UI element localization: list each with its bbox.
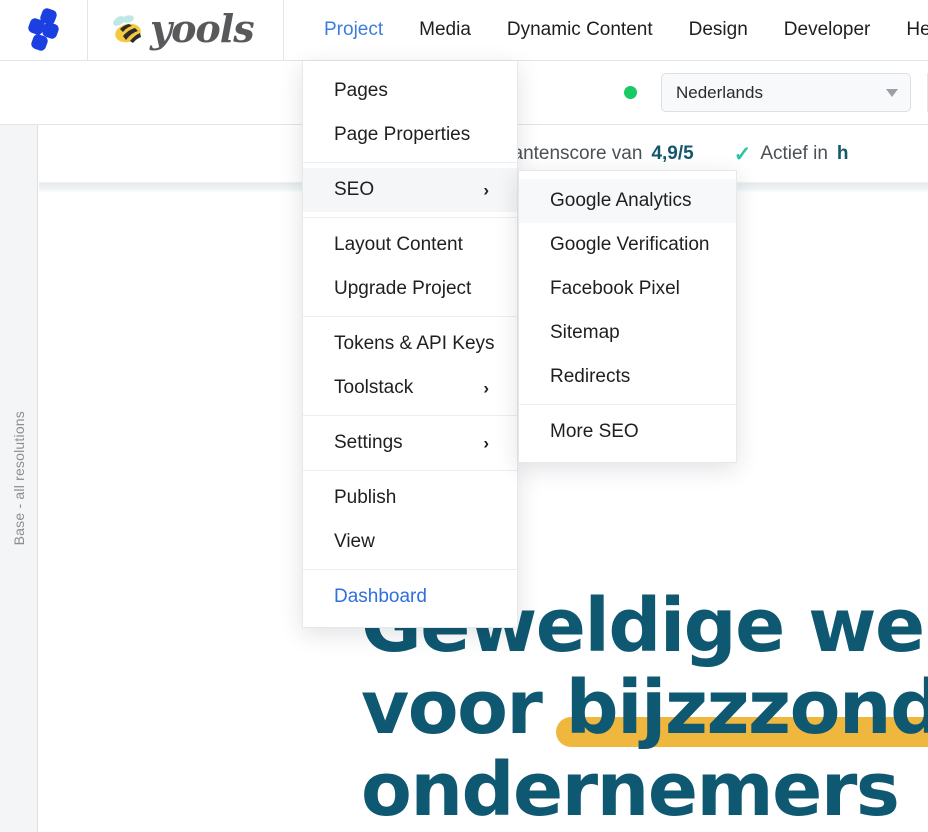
resolution-rail-label: Base - all resolutions bbox=[10, 411, 27, 546]
menu-item-label: View bbox=[334, 531, 375, 552]
hero-line2-highlight: bijzzzonde bbox=[555, 667, 928, 749]
nav-item-help[interactable]: He bbox=[888, 0, 928, 60]
submenu-item-label: Redirects bbox=[550, 366, 631, 387]
nav-item-dynamic-content[interactable]: Dynamic Content bbox=[489, 0, 671, 60]
menu-separator bbox=[303, 569, 517, 570]
chevron-right-icon: › bbox=[483, 433, 489, 453]
submenu-item-more-seo[interactable]: More SEO bbox=[519, 410, 736, 454]
nav-item-developer[interactable]: Developer bbox=[766, 0, 889, 60]
menu-item-label: Publish bbox=[334, 487, 397, 508]
project-dropdown-menu[interactable]: Pages Page Properties SEO › Layout Conten… bbox=[302, 61, 518, 628]
chevron-right-icon: › bbox=[483, 180, 489, 200]
menu-item-label: Page Properties bbox=[334, 124, 471, 145]
submenu-item-label: More SEO bbox=[550, 421, 639, 442]
menu-item-page-properties[interactable]: Page Properties bbox=[303, 113, 517, 157]
usp-highlight: h bbox=[836, 143, 849, 164]
menu-separator bbox=[303, 316, 517, 317]
menu-item-label: Dashboard bbox=[334, 586, 427, 607]
submenu-item-label: Google Verification bbox=[550, 234, 710, 255]
hero-headline-line3: ondernemers bbox=[361, 747, 900, 832]
menu-item-label: Settings bbox=[334, 432, 403, 453]
menu-item-label: Tokens & API Keys bbox=[334, 333, 495, 354]
chevron-right-icon: › bbox=[483, 378, 489, 398]
menu-item-settings[interactable]: Settings › bbox=[303, 421, 517, 465]
menu-item-label: Toolstack bbox=[334, 377, 414, 398]
menu-separator bbox=[303, 217, 517, 218]
submenu-item-google-verification[interactable]: Google Verification bbox=[519, 223, 736, 267]
language-select[interactable]: Nederlands bbox=[661, 73, 911, 112]
main-nav: Project Media Dynamic Content Design Dev… bbox=[284, 0, 928, 60]
menu-separator bbox=[303, 470, 517, 471]
app-logo-cell[interactable] bbox=[0, 0, 88, 60]
menu-item-dashboard[interactable]: Dashboard bbox=[303, 575, 517, 619]
publish-status-dot bbox=[624, 86, 637, 99]
menu-item-publish[interactable]: Publish bbox=[303, 476, 517, 520]
top-navigation-bar: yools Project Media Dynamic Content Desi… bbox=[0, 0, 928, 61]
submenu-item-facebook-pixel[interactable]: Facebook Pixel bbox=[519, 267, 736, 311]
resolution-rail[interactable]: Base - all resolutions bbox=[0, 125, 38, 832]
submenu-separator bbox=[519, 404, 736, 405]
usp-text: Actief in bbox=[760, 143, 828, 164]
brand-name: yools bbox=[150, 6, 255, 51]
menu-item-label: Layout Content bbox=[334, 234, 463, 255]
hero-line2-prefix: voor bbox=[361, 665, 566, 751]
menu-separator bbox=[303, 162, 517, 163]
bee-icon bbox=[113, 15, 141, 43]
menu-item-tokens-api-keys[interactable]: Tokens & API Keys bbox=[303, 322, 517, 366]
submenu-item-label: Google Analytics bbox=[550, 190, 692, 211]
brand-logo[interactable]: yools bbox=[88, 0, 284, 60]
app-root: yools Project Media Dynamic Content Desi… bbox=[0, 0, 928, 832]
yools-diamond-logo-icon bbox=[27, 8, 59, 51]
nav-item-project[interactable]: Project bbox=[306, 0, 401, 60]
submenu-item-sitemap[interactable]: Sitemap bbox=[519, 311, 736, 355]
nav-item-design[interactable]: Design bbox=[671, 0, 766, 60]
language-select-value: Nederlands bbox=[676, 82, 763, 102]
menu-item-label: Pages bbox=[334, 80, 388, 101]
check-icon: ✓ bbox=[733, 142, 752, 166]
menu-item-seo[interactable]: SEO › bbox=[303, 168, 517, 212]
menu-item-label: Upgrade Project bbox=[334, 278, 472, 299]
submenu-item-label: Facebook Pixel bbox=[550, 278, 680, 299]
menu-item-pages[interactable]: Pages bbox=[303, 69, 517, 113]
menu-item-label: SEO bbox=[334, 179, 375, 200]
submenu-item-redirects[interactable]: Redirects bbox=[519, 355, 736, 399]
submenu-item-label: Sitemap bbox=[550, 322, 620, 343]
seo-submenu[interactable]: Google Analytics Google Verification Fac… bbox=[518, 170, 737, 463]
menu-item-toolstack[interactable]: Toolstack › bbox=[303, 366, 517, 410]
submenu-item-google-analytics[interactable]: Google Analytics bbox=[519, 179, 736, 223]
menu-item-view[interactable]: View bbox=[303, 520, 517, 564]
menu-separator bbox=[303, 415, 517, 416]
chevron-down-icon bbox=[886, 88, 898, 97]
usp-item: ✓ Actief in h bbox=[734, 143, 849, 165]
menu-item-layout-content[interactable]: Layout Content bbox=[303, 223, 517, 267]
menu-item-upgrade-project[interactable]: Upgrade Project bbox=[303, 267, 517, 311]
hero-headline-line2: voor bijzzzonde bbox=[39, 667, 928, 749]
usp-highlight: 4,9/5 bbox=[651, 143, 694, 164]
nav-item-media[interactable]: Media bbox=[401, 0, 489, 60]
